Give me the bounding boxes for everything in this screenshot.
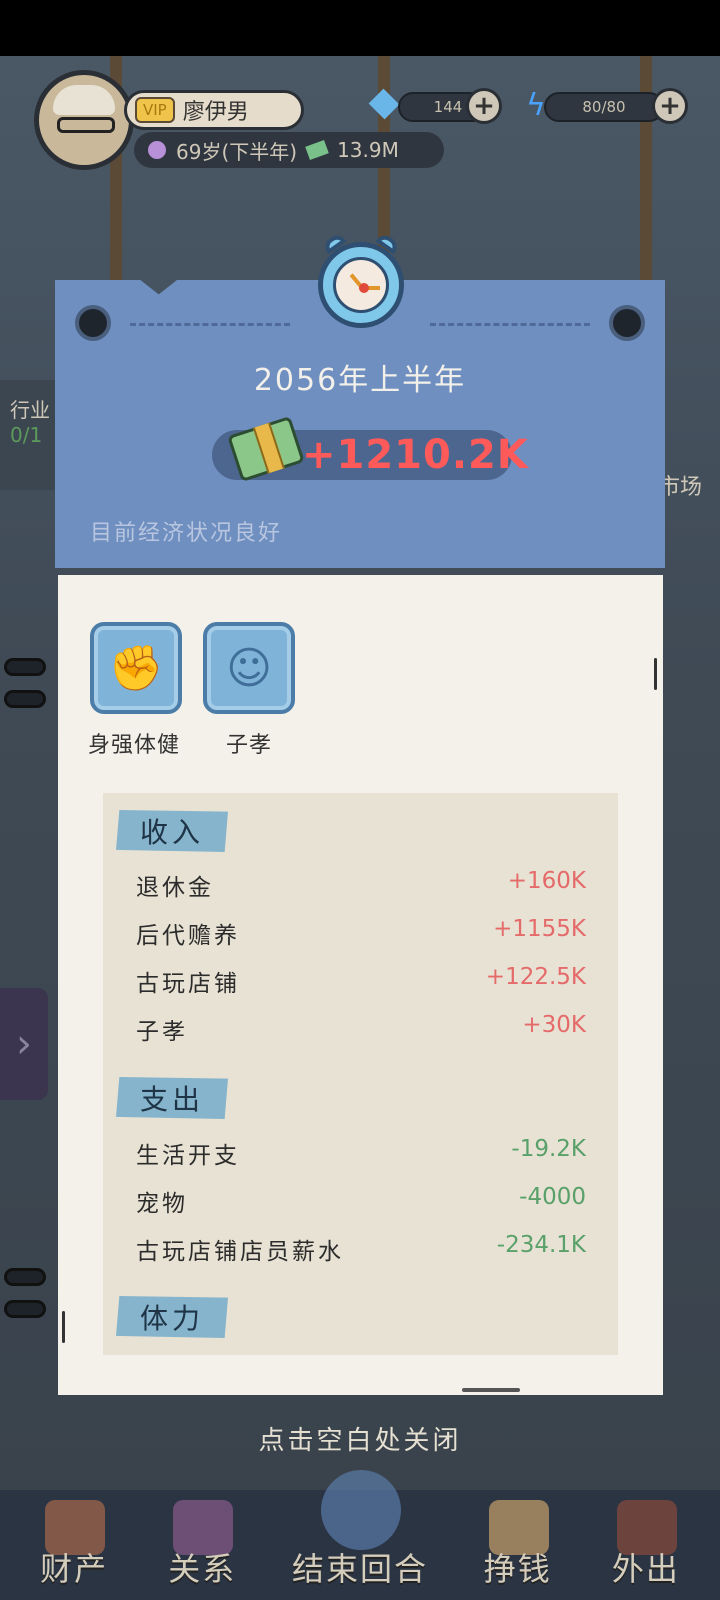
avatar-glasses — [57, 117, 115, 133]
expense-row: 宠物 -4000 — [136, 1184, 586, 1218]
dash-line-right — [430, 323, 590, 326]
expense-row: 生活开支 -19.2K — [136, 1136, 586, 1170]
industry-value: 0/1 — [10, 423, 43, 447]
row-value: +122.5K — [485, 964, 586, 990]
expense-section-tag: 支出 — [116, 1077, 228, 1119]
income-row: 后代赡养 +1155K — [136, 916, 586, 950]
age-assets-pill: 69岁(下半年) 13.9M — [134, 132, 444, 168]
income-section-tag: 收入 — [116, 810, 228, 852]
energy-icon: ϟ — [526, 88, 546, 123]
alarm-center — [359, 283, 369, 293]
row-value: +1155K — [493, 916, 586, 942]
nav-go-out-button[interactable]: 外出 — [582, 1500, 710, 1590]
clock-icon — [148, 141, 166, 159]
scroll-indicator — [62, 1311, 65, 1343]
row-label: 退休金 — [136, 875, 214, 901]
nav-label: 财产 — [40, 1550, 109, 1588]
nav-label: 结束回合 — [292, 1550, 429, 1588]
player-assets: 13.9M — [337, 138, 399, 162]
period-title: 2056年上半年 — [253, 363, 467, 398]
fist-icon[interactable]: ✊ — [90, 622, 182, 714]
vip-badge: VIP — [135, 97, 175, 123]
binder-ring — [4, 658, 46, 676]
player-hud: VIP 廖伊男 69岁(下半年) 13.9M 144 + ϟ 80/80 + — [14, 70, 714, 180]
row-value: -234.1K — [496, 1232, 586, 1258]
pin-left — [75, 305, 111, 341]
player-age: 69岁(下半年) — [176, 139, 298, 164]
industry-label: 行业 — [10, 398, 50, 422]
pin-right — [609, 305, 645, 341]
income-row: 退休金 +160K — [136, 868, 586, 902]
row-label: 古玩店铺店员薪水 — [136, 1239, 344, 1265]
expense-row: 古玩店铺店员薪水 -234.1K — [136, 1232, 586, 1266]
nav-assets-button[interactable]: 财产 — [10, 1500, 138, 1590]
expand-arrow-tab[interactable]: › — [0, 988, 48, 1100]
close-hint[interactable]: 点击空白处关闭 — [0, 1420, 720, 1457]
add-energy-button[interactable]: + — [652, 88, 688, 124]
bottom-nav: 财产 关系 结束回合 挣钱 外出 — [0, 1470, 720, 1600]
dash-line-left — [130, 323, 290, 326]
nav-end-turn-button[interactable]: 结束回合 — [266, 1470, 453, 1590]
row-label: 后代赡养 — [136, 923, 240, 949]
energy-count: 80/80 — [544, 92, 664, 122]
trait-label: 子孝 — [226, 733, 273, 758]
trait-label: 身强体健 — [88, 733, 181, 758]
nav-label: 关系 — [168, 1550, 237, 1588]
scroll-indicator — [654, 658, 657, 690]
binder-ring — [4, 1300, 46, 1318]
binder-ring — [4, 690, 46, 708]
add-gems-button[interactable]: + — [466, 88, 502, 124]
nav-earn-button[interactable]: 挣钱 — [454, 1500, 582, 1590]
stamina-section-tag: 体力 — [116, 1296, 228, 1338]
industry-panel: 行业 0/1 — [0, 380, 56, 490]
income-row: 古玩店铺 +122.5K — [136, 964, 586, 998]
income-row: 子孝 +30K — [136, 1012, 586, 1046]
nav-label: 挣钱 — [483, 1550, 552, 1588]
player-name-pill[interactable]: VIP 廖伊男 — [124, 90, 304, 130]
child-head-icon[interactable]: ☺ — [203, 622, 295, 714]
nav-relations-button[interactable]: 关系 — [138, 1500, 266, 1590]
scroll-grip — [462, 1388, 520, 1392]
player-name: 廖伊男 — [182, 100, 249, 125]
alarm-clock-icon — [321, 1470, 402, 1550]
alarm-clock-icon — [318, 231, 404, 328]
cash-icon — [305, 140, 329, 160]
row-label: 子孝 — [136, 1019, 188, 1045]
row-value: +160K — [507, 868, 586, 894]
avatar[interactable] — [34, 70, 134, 170]
economy-status-note: 目前经济状况良好 — [90, 521, 283, 546]
avatar-hair — [53, 85, 115, 115]
row-label: 古玩店铺 — [136, 971, 240, 997]
status-bar — [0, 0, 720, 56]
alarm-face — [333, 257, 389, 313]
binder-ring — [4, 1268, 46, 1286]
row-value: -19.2K — [511, 1136, 586, 1162]
row-value: -4000 — [519, 1184, 586, 1210]
row-label: 宠物 — [136, 1191, 188, 1217]
row-value: +30K — [522, 1012, 586, 1038]
gem-icon — [368, 88, 400, 120]
row-label: 生活开支 — [136, 1143, 240, 1169]
money-change-value: +1210.2K — [302, 432, 529, 478]
nav-label: 外出 — [611, 1550, 680, 1588]
